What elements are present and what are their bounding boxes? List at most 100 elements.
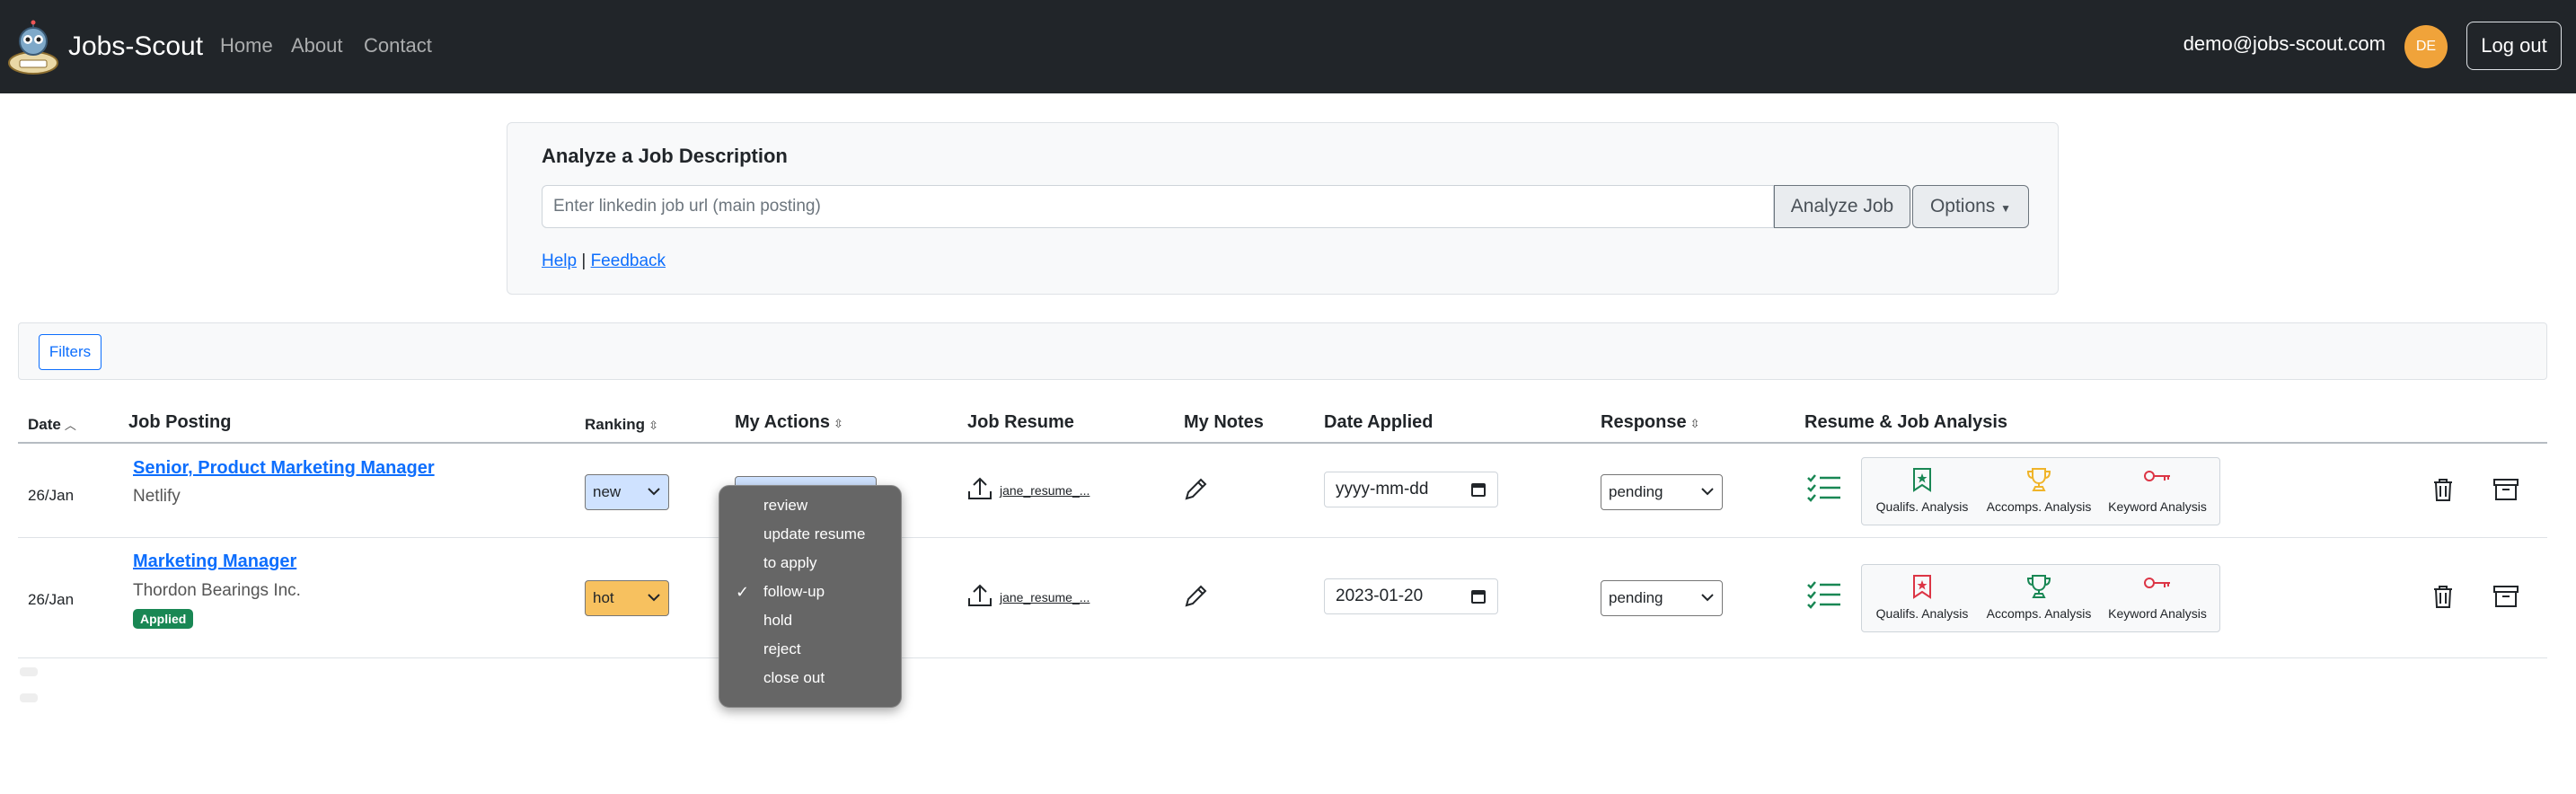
date-applied-input[interactable]: 2023-01-20: [1324, 578, 1498, 614]
resume-link[interactable]: jane_resume_...: [1000, 483, 1090, 498]
company-name: Thordon Bearings Inc.: [133, 581, 301, 600]
option-label: to apply: [763, 554, 817, 571]
qualifs-analysis-button[interactable]: Qualifs. Analysis: [1864, 458, 1981, 526]
filters-button[interactable]: Filters: [39, 334, 101, 370]
row-date: 26/Jan: [28, 591, 75, 608]
calendar-icon: [1471, 483, 1486, 497]
job-title-link[interactable]: Senior, Product Marketing Manager: [133, 456, 435, 480]
ranking-value: hot: [593, 589, 614, 606]
accomps-analysis-button[interactable]: Accomps. Analysis: [1981, 458, 2097, 526]
trash-icon[interactable]: [2431, 477, 2455, 502]
checkmark-icon: ✓: [736, 583, 750, 601]
upload-icon[interactable]: [966, 582, 994, 609]
navbar: Jobs-Scout Home About Contact demo@jobs-…: [0, 0, 2576, 93]
header-analysis: Resume & Job Analysis: [1804, 412, 2008, 432]
feedback-link[interactable]: Feedback: [591, 251, 666, 270]
date-placeholder: yyyy-mm-dd: [1336, 480, 1429, 498]
dropdown-option-reject[interactable]: reject: [719, 635, 901, 664]
accomps-label: Accomps. Analysis: [1986, 499, 2092, 514]
dropdown-option-follow-up[interactable]: ✓ follow-up: [719, 578, 901, 606]
row-divider: [18, 657, 2547, 658]
option-label: review: [763, 497, 808, 514]
option-label: update resume: [763, 525, 866, 543]
header-my-actions-label: My Actions: [735, 412, 830, 432]
trash-icon[interactable]: [2431, 584, 2455, 609]
chevron-down-icon: [648, 488, 660, 496]
chevron-down-icon: [1701, 594, 1714, 602]
date-applied-input[interactable]: yyyy-mm-dd: [1324, 472, 1498, 507]
calendar-icon: [1471, 590, 1486, 604]
job-url-input[interactable]: [542, 185, 1774, 228]
ranking-value: new: [593, 483, 622, 500]
option-label: follow-up: [763, 583, 825, 600]
caret-down-icon: ▼: [2000, 202, 2012, 215]
keyword-analysis-button[interactable]: Keyword Analysis: [2099, 565, 2216, 633]
accomps-label: Accomps. Analysis: [1986, 606, 2092, 621]
header-response[interactable]: Response ⇳: [1601, 411, 1700, 435]
user-email: demo@jobs-scout.com: [2183, 32, 2386, 55]
help-links: Help | Feedback: [542, 250, 666, 273]
analysis-group: Qualifs. Analysis Accomps. Analysis Keyw…: [1861, 457, 2220, 525]
analyze-card: Analyze a Job Description Analyze Job Op…: [507, 122, 2059, 295]
brand-name[interactable]: Jobs-Scout: [68, 29, 203, 65]
dropdown-option-close-out[interactable]: close out: [719, 664, 901, 693]
archive-icon[interactable]: [2492, 585, 2519, 608]
pencil-icon[interactable]: [1182, 583, 1209, 610]
checklist-icon[interactable]: [1806, 472, 1842, 503]
sort-up-icon: ︿: [64, 419, 76, 432]
dropdown-option-update-resume[interactable]: update resume: [719, 520, 901, 549]
key-icon: [2144, 471, 2170, 481]
analyze-job-button[interactable]: Analyze Job: [1774, 185, 1910, 228]
help-link[interactable]: Help: [542, 251, 577, 270]
header-my-actions[interactable]: My Actions ⇳: [735, 411, 843, 435]
key-icon: [2144, 578, 2170, 588]
accomps-analysis-button[interactable]: Accomps. Analysis: [1981, 565, 2097, 633]
dropdown-option-to-apply[interactable]: to apply: [719, 549, 901, 578]
analysis-group: Qualifs. Analysis Accomps. Analysis Keyw…: [1861, 564, 2220, 632]
response-value: pending: [1609, 483, 1663, 500]
header-date[interactable]: Date ︿: [28, 414, 76, 437]
job-title-link[interactable]: Marketing Manager: [133, 550, 296, 573]
header-ranking[interactable]: Ranking ⇳: [585, 414, 658, 437]
sort-icon: ⇳: [1689, 417, 1700, 430]
option-label: reject: [763, 640, 801, 657]
qualifs-label: Qualifs. Analysis: [1875, 606, 1969, 621]
header-ranking-label: Ranking: [585, 416, 646, 433]
ranking-select[interactable]: hot: [585, 580, 669, 616]
archive-icon[interactable]: [2492, 478, 2519, 501]
resume-link[interactable]: jane_resume_...: [1000, 590, 1090, 604]
avatar[interactable]: DE: [2404, 25, 2448, 68]
options-button[interactable]: Options ▼: [1912, 185, 2029, 228]
robot-logo-icon[interactable]: [7, 20, 59, 75]
status-badge: Applied: [133, 609, 194, 629]
response-value: pending: [1609, 589, 1663, 606]
response-select[interactable]: pending: [1601, 580, 1723, 616]
option-label: close out: [763, 669, 825, 686]
pencil-icon[interactable]: [1182, 476, 1209, 503]
keyword-analysis-button[interactable]: Keyword Analysis: [2099, 458, 2216, 526]
upload-icon[interactable]: [966, 475, 994, 502]
options-label: Options: [1929, 196, 1996, 216]
nav-about[interactable]: About: [291, 32, 343, 59]
nav-contact[interactable]: Contact: [364, 32, 432, 59]
checklist-icon[interactable]: [1806, 579, 1842, 610]
actions-dropdown-menu: review update resume to apply ✓ follow-up…: [719, 485, 902, 708]
logout-button[interactable]: Log out: [2466, 22, 2562, 70]
analyze-title: Analyze a Job Description: [542, 145, 788, 167]
nav-home[interactable]: Home: [220, 32, 273, 59]
row-divider: [18, 537, 2547, 538]
header-response-label: Response: [1601, 412, 1687, 432]
response-select[interactable]: pending: [1601, 474, 1723, 510]
dropdown-option-review[interactable]: review: [719, 491, 901, 520]
keyword-label: Keyword Analysis: [2108, 499, 2207, 514]
header-date-applied: Date Applied: [1324, 412, 1434, 432]
header-job-posting: Job Posting: [128, 412, 232, 432]
bookmark-star-icon: [1913, 468, 1931, 492]
ranking-select[interactable]: new: [585, 474, 669, 510]
dropdown-option-hold[interactable]: hold: [719, 606, 901, 635]
qualifs-analysis-button[interactable]: Qualifs. Analysis: [1864, 565, 1981, 633]
keyword-label: Keyword Analysis: [2108, 606, 2207, 621]
header-date-label: Date: [28, 416, 61, 433]
loading-placeholder: [20, 693, 38, 702]
company-name: Netlify: [133, 487, 181, 506]
